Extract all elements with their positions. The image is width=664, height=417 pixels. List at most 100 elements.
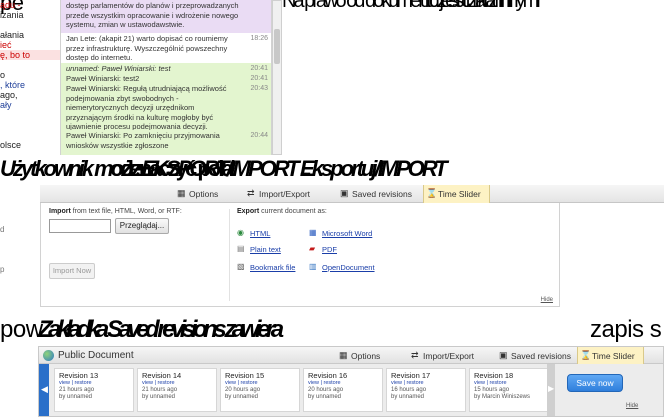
caption-3-end: zapis s (590, 316, 662, 343)
revision-author: by unnamed (308, 394, 342, 400)
chat-message: Paweł Winiarski: Regułą utrudniającą moż… (61, 83, 271, 132)
revision-card[interactable]: Revision 15 view | restore 20 hours ago by … (220, 368, 300, 412)
swap-arrows-icon: ⇄ (247, 188, 255, 198)
time-slider-label: Time Slider (438, 189, 481, 199)
text-fragment-line (0, 20, 60, 30)
revision-title: Revision 14 (142, 371, 182, 380)
chat-message-text: Paweł Winiarski: Regułą utrudniającą moż… (66, 84, 227, 132)
revision-card[interactable]: Revision 14 view | restore 21 hours ago by … (137, 368, 217, 412)
save-now-button[interactable]: Save now (567, 374, 623, 392)
revision-author: by unnamed (59, 394, 93, 400)
import-now-button[interactable]: Import Now (49, 263, 95, 279)
revision-view-restore-links[interactable]: view | restore (142, 380, 216, 387)
revision-author: by unnamed (225, 394, 259, 400)
revisions-strip: ◀ Revision 13 view | restore 21 hours ago b… (38, 364, 664, 417)
time-slider-button-2[interactable]: ⌛ Time Slider (577, 347, 644, 365)
export-word-label: Microsoft Word (322, 229, 373, 238)
caption-line-2: Użytkownik może EKSPORT/IMPORT ... odzna… (0, 156, 664, 182)
text-fragment-line: o (0, 70, 6, 80)
hide-revisions-link[interactable]: Hide (626, 403, 638, 409)
revision-card[interactable]: Revision 13 view | restore 21 hours ago by … (54, 368, 134, 412)
chat-message-text: dostęp parlamentów do planów i przeprowa… (66, 1, 239, 30)
revision-card[interactable]: Revision 18 view | restore 15 hours ago by … (469, 368, 549, 412)
document-icon: ▦ (339, 350, 348, 360)
options-button[interactable]: ▦ Options (175, 185, 218, 203)
import-export-button[interactable]: ⇄ Import/Export (245, 185, 310, 203)
scroll-right-button[interactable]: ▶ (547, 364, 555, 416)
export-heading: Export current document as: (237, 208, 327, 215)
text-fragment-line (0, 60, 60, 70)
revision-time: 15 hours ago (474, 387, 510, 393)
caption-3-start: pow (0, 316, 43, 343)
chat-scrollbar[interactable] (272, 0, 282, 155)
revision-view-restore-links[interactable]: view | restore (59, 380, 133, 387)
document-text-fragment-2: dp (0, 225, 40, 275)
chat-message-text: Paweł Winiarski: Po zamknięciu przyjmowa… (66, 131, 220, 150)
swap-arrows-icon: ⇄ (411, 350, 419, 360)
import-label: Import (49, 208, 71, 215)
export-desc: current document as: (261, 208, 327, 215)
text-fragment-line: izania (0, 10, 24, 20)
export-text-label: Plain text (250, 245, 281, 254)
import-export-panel: Import from text file, HTML, Word, or RT… (40, 203, 560, 307)
revision-author: by Marcin Winiszews (474, 394, 531, 400)
floppy-disk-icon: ▣ (340, 188, 349, 198)
bookmark-icon: ▧ (237, 262, 245, 271)
time-slider-label-2: Time Slider (592, 351, 635, 361)
saved-revisions-button[interactable]: ▣ Saved revisions (338, 185, 412, 203)
export-text-link[interactable]: ▤ Plain text (237, 244, 281, 254)
text-fragment-line: olsce (0, 140, 22, 150)
pdf-icon: ▰ (309, 244, 316, 253)
revision-time: 20 hours ago (225, 387, 261, 393)
text-fragment-line (0, 120, 60, 130)
options-label: Options (189, 189, 219, 199)
export-odf-label: OpenDocument (322, 263, 375, 272)
import-export-button-2[interactable]: ⇄ Import/Export (409, 347, 474, 365)
caption-line-3: pow Zakładka Saved revisions zawiera zap… (0, 316, 664, 344)
options-button-2[interactable]: ▦ Options (337, 347, 380, 365)
text-fragment-line (0, 235, 40, 245)
revision-view-restore-links[interactable]: view | restore (308, 380, 382, 387)
panel-divider (229, 209, 230, 301)
hide-panel-link[interactable]: Hide (541, 297, 553, 303)
word-doc-icon: ▦ (309, 228, 317, 237)
chat-message-time: 18:26 (250, 35, 268, 42)
text-fragment-line: d (0, 225, 5, 234)
chat-message: unnamed: Paweł Winiarski: test 20:41 (61, 63, 271, 73)
chat-message-text: Jan Lete: (akapit 21) warto dopisać co r… (66, 34, 228, 63)
time-slider-button[interactable]: ⌛ Time Slider (423, 185, 490, 203)
hourglass-icon: ⌛ (426, 188, 438, 198)
document-title: Public Document (58, 350, 134, 361)
chat-message: Jan Lete: (akapit 21) warto dopisać co r… (61, 33, 271, 63)
globe-icon: ◉ (237, 228, 244, 237)
browse-button[interactable]: Przeglądaj... (115, 218, 169, 234)
export-html-link[interactable]: ◉ HTML (237, 228, 271, 238)
export-bookmark-link[interactable]: ▧ Bookmark file (237, 262, 295, 272)
revision-card[interactable]: Revision 16 view | restore 20 hours ago by … (303, 368, 383, 412)
revision-card[interactable]: Revision 17 view | restore 16 hours ago by … (386, 368, 466, 412)
arrow-right-icon: ▶ (548, 384, 555, 393)
revision-view-restore-links[interactable]: view | restore (225, 380, 299, 387)
saved-revisions-label: Saved revisions (352, 189, 413, 199)
export-pdf-link[interactable]: ▰ PDF (309, 244, 337, 254)
export-html-label: HTML (250, 229, 271, 238)
text-fragment-line: ałania (0, 30, 25, 40)
chat-scroll-thumb[interactable] (274, 29, 280, 64)
export-label: Export (237, 208, 260, 215)
revision-view-restore-links[interactable]: view | restore (474, 380, 548, 387)
revision-time: 21 hours ago (59, 387, 95, 393)
saved-revisions-section: Public Document ▦ Options ⇄ Import/Expor… (38, 346, 664, 417)
import-export-label-2: Import/Export (423, 351, 475, 361)
revision-view-restore-links[interactable]: view | restore (391, 380, 465, 387)
caption-2-c: Eksportuj/IMPORT (300, 156, 448, 181)
file-path-input[interactable] (49, 219, 111, 233)
text-fragment-line: ądu - (0, 0, 21, 10)
export-odf-link[interactable]: ▥ OpenDocument (309, 262, 375, 272)
options-label-2: Options (351, 351, 381, 361)
export-word-link[interactable]: ▦ Microsoft Word (309, 228, 373, 238)
revision-title: Revision 18 (474, 371, 514, 380)
chat-panel: dostęp parlamentów do planów i przeprowa… (60, 0, 272, 155)
saved-revisions-button-2[interactable]: ▣ Saved revisions (497, 347, 571, 365)
scroll-left-button[interactable]: ◀ (39, 364, 49, 416)
chat-message-time: 20:43 (250, 85, 268, 92)
